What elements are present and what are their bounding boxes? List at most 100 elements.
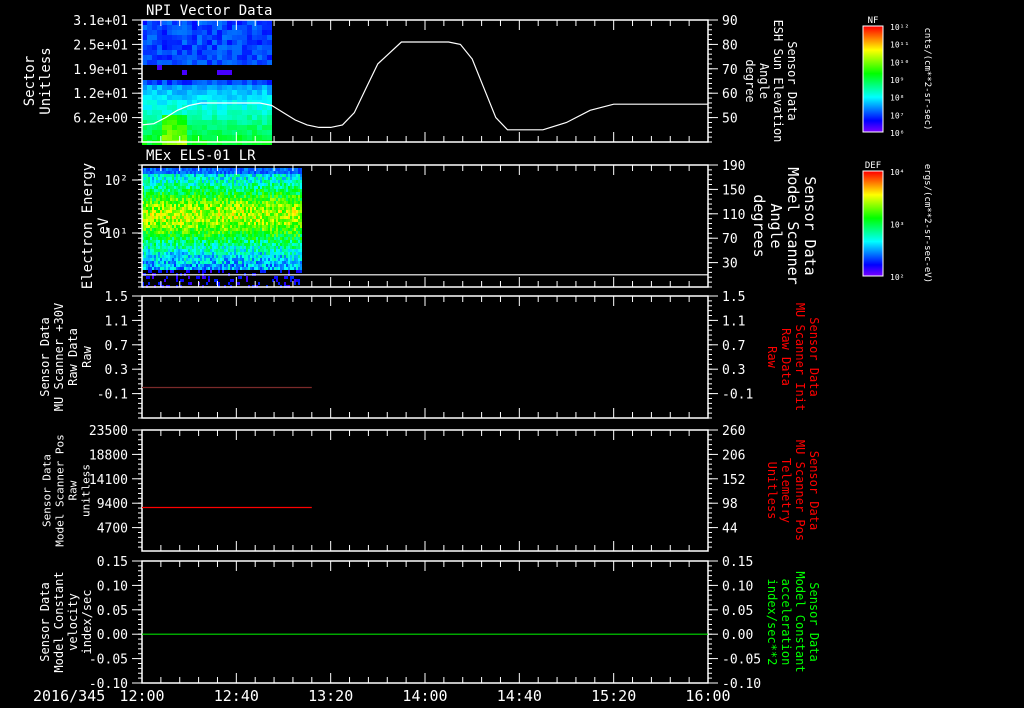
spectrogram-cell (282, 189, 284, 192)
right-axis-label: Angle (767, 203, 785, 248)
spectrogram-cell (230, 210, 232, 213)
right-tick-label: 50 (722, 112, 738, 127)
spectrogram-cell (236, 228, 238, 231)
spectrogram-cell (182, 125, 187, 130)
spectrogram-cell (217, 70, 222, 75)
spectrogram-cell (166, 246, 168, 249)
left-tick-label: 0.10 (97, 579, 128, 594)
spectrogram-cell (156, 219, 158, 222)
spectrogram-cell (227, 115, 232, 120)
spectrogram-cell (144, 210, 146, 213)
spectrogram-cell (210, 264, 212, 267)
spectrogram-cell (248, 207, 250, 210)
spectrogram-cell (158, 198, 160, 201)
spectrogram-cell (282, 192, 284, 195)
spectrogram-cell (236, 234, 238, 237)
spectrogram-cell (158, 171, 160, 174)
spectrogram-cell (280, 168, 282, 171)
spectrogram-cell (194, 180, 196, 183)
spectrogram-cell (156, 195, 158, 198)
spectrogram-cell (150, 168, 152, 171)
spectrogram-cell (197, 90, 202, 95)
spectrogram-cell (196, 186, 198, 189)
spectrogram-cell (212, 207, 214, 210)
spectrogram-cell (197, 25, 202, 30)
spectrogram-cell (198, 171, 200, 174)
spectrogram-cell (174, 249, 176, 252)
spectrogram-cell (242, 120, 247, 125)
spectrogram-cell (258, 210, 260, 213)
spectrogram-cell (288, 264, 290, 267)
spectrogram-cell (290, 249, 292, 252)
spectrogram-cell (292, 249, 294, 252)
spectrogram-cell (186, 219, 188, 222)
spectrogram-cell (262, 30, 267, 35)
spectrogram-cell (264, 267, 266, 270)
spectrogram-cell (296, 201, 298, 204)
spectrogram-cell (148, 261, 150, 264)
spectrogram-cell (172, 237, 174, 240)
spectrogram-cell (184, 189, 186, 192)
spectrogram-cell (216, 240, 218, 243)
spectrogram-cell (174, 255, 176, 258)
spectrogram-cell (154, 231, 156, 234)
spectrogram-cell (296, 279, 298, 282)
spectrogram-cell (208, 171, 210, 174)
spectrogram-cell (150, 171, 152, 174)
spectrogram-cell (150, 189, 152, 192)
spectrogram-cell (204, 267, 206, 270)
spectrogram-cell (292, 222, 294, 225)
spectrogram-cell (268, 177, 270, 180)
spectrogram-cell (174, 252, 176, 255)
spectrogram-cell (266, 255, 268, 258)
spectrogram-cell (196, 180, 198, 183)
spectrogram-cell (286, 222, 288, 225)
spectrogram-cell (162, 267, 164, 270)
spectrogram-cell (202, 60, 207, 65)
spectrogram-cell (224, 237, 226, 240)
spectrogram-cell (216, 246, 218, 249)
spectrogram-cell (150, 243, 152, 246)
spectrogram-cell (232, 125, 237, 130)
spectrogram-cell (218, 192, 220, 195)
spectrogram-cell (280, 192, 282, 195)
spectrogram-cell (258, 186, 260, 189)
spectrogram-cell (262, 246, 264, 249)
spectrogram-cell (197, 30, 202, 35)
spectrogram-cell (190, 216, 192, 219)
spectrogram-cell (262, 231, 264, 234)
spectrogram-cell (248, 216, 250, 219)
spectrogram-cell (250, 198, 252, 201)
spectrogram-cell (170, 249, 172, 252)
spectrogram-cell (252, 110, 257, 115)
spectrogram-cell (148, 249, 150, 252)
spectrogram-cell (187, 25, 192, 30)
spectrogram-cell (220, 237, 222, 240)
spectrogram-cell (250, 261, 252, 264)
spectrogram-cell (162, 130, 167, 135)
spectrogram-cell (170, 255, 172, 258)
spectrogram-cell (176, 261, 178, 264)
spectrogram-cell (168, 195, 170, 198)
spectrogram-cell (182, 198, 184, 201)
spectrogram-cell (170, 180, 172, 183)
spectrogram-cell (204, 189, 206, 192)
spectrogram-cell (298, 279, 300, 282)
spectrogram-cell (266, 177, 268, 180)
spectrogram-cell (222, 35, 227, 40)
spectrogram-cell (208, 225, 210, 228)
spectrogram-cell (227, 45, 232, 50)
spectrogram-cell (278, 183, 280, 186)
spectrogram-cell (300, 231, 302, 234)
spectrogram-cell (206, 228, 208, 231)
spectrogram-cell (224, 198, 226, 201)
spectrogram-cell (258, 258, 260, 261)
spectrogram-cell (188, 207, 190, 210)
spectrogram-cell (178, 195, 180, 198)
spectrogram-cell (204, 243, 206, 246)
spectrogram-cell (242, 60, 247, 65)
spectrogram-cell (262, 55, 267, 60)
spectrogram-cell (222, 255, 224, 258)
spectrogram-cell (164, 201, 166, 204)
spectrogram-cell (154, 168, 156, 171)
